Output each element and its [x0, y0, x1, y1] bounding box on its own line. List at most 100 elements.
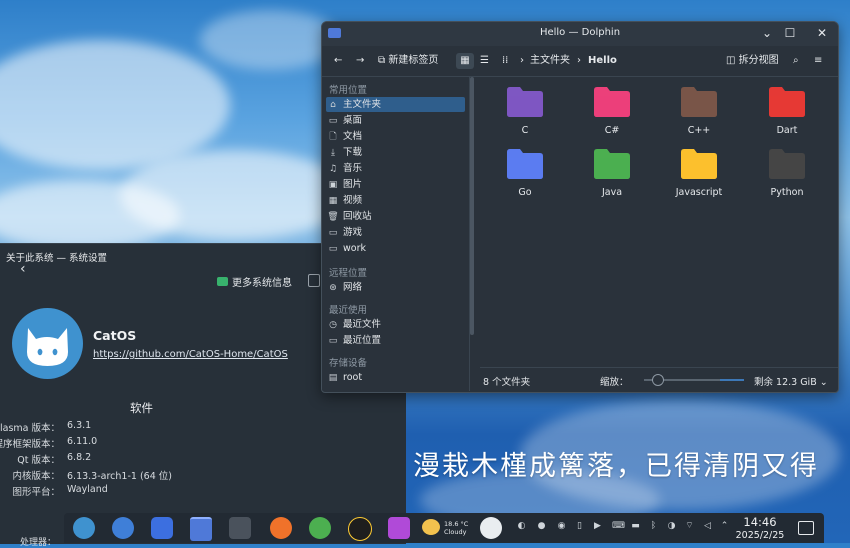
menu-icon[interactable]: ≡ — [814, 53, 822, 69]
sidebar-item-trash[interactable]: 🗑 回收站 — [326, 209, 465, 224]
sidebar-item-videos[interactable]: ▦ 视频 — [326, 193, 465, 208]
sidebar-item-label: 回收站 — [343, 211, 372, 222]
sidebar-item-home[interactable]: ⌂ 主文件夹 — [326, 97, 465, 112]
folder-name: C++ — [687, 125, 711, 136]
clock[interactable]: 14:46 2025/2/25 — [730, 516, 790, 542]
sidebar-section-title: 常用位置 — [329, 85, 368, 96]
minimize-icon[interactable]: ⌄ — [759, 25, 775, 41]
sidebar-item-music[interactable]: ♫ 音乐 — [326, 161, 465, 176]
folder-item[interactable]: C# — [572, 77, 652, 137]
dolphin-app-icon[interactable] — [190, 517, 212, 541]
back-icon[interactable]: ← — [334, 53, 342, 69]
bluetooth-icon[interactable]: ᛒ — [648, 521, 659, 532]
store-app-icon[interactable] — [151, 517, 173, 539]
folder-icon — [769, 87, 805, 117]
compact-view-button[interactable]: ⁞⁞ — [502, 53, 508, 69]
sidebar-item-label: 游戏 — [343, 227, 363, 238]
sidebar-item-games[interactable]: ▭ 游戏 — [326, 225, 465, 240]
update-icon[interactable]: ◐ — [516, 521, 527, 532]
info-key: 内核版本： — [12, 471, 60, 482]
more-info-button[interactable]: 更多系统信息 — [217, 274, 292, 289]
maximize-icon[interactable]: ☐ — [782, 25, 798, 41]
os-url-link[interactable]: https://github.com/CatOS-Home/CatOS — [93, 349, 288, 360]
folder-icon — [594, 87, 630, 117]
info-value: 6.3.1 — [67, 420, 92, 431]
keyboard-icon[interactable]: ⌨ — [612, 521, 625, 532]
info-value: 6.8.2 — [67, 452, 92, 463]
folder-item[interactable]: Dart — [747, 77, 827, 137]
drive-icon: ▤ — [328, 373, 338, 383]
clock-time: 14:46 — [743, 515, 777, 529]
folder-item[interactable]: Javascript — [659, 139, 739, 199]
sidebar-item-label: 网络 — [343, 282, 363, 293]
free-space[interactable]: 剩余 12.3 GiB ⌄ — [754, 374, 828, 388]
info-icon — [217, 277, 228, 286]
forward-icon[interactable]: → — [356, 53, 364, 69]
qq-app-icon[interactable] — [348, 517, 372, 541]
info-row-kernel: 内核版本： 6.13.3-arch1-1 (64 位) — [0, 468, 230, 484]
folder-item[interactable]: Python — [747, 139, 827, 199]
folder-icon — [507, 87, 543, 117]
app-tray-icon[interactable]: ◉ — [556, 521, 567, 532]
firefox-app-icon[interactable] — [270, 517, 292, 539]
folder-item[interactable]: C — [485, 77, 565, 137]
sidebar-item-root[interactable]: ▤ root — [326, 370, 465, 385]
folder-name: Go — [518, 187, 532, 198]
clipboard-icon[interactable]: ▯ — [574, 521, 585, 532]
folder-name: Java — [601, 187, 623, 198]
sidebar-item-recent-files[interactable]: ◷ 最近文件 — [326, 317, 465, 332]
breadcrumb-current[interactable]: Hello — [588, 53, 617, 69]
folder-item[interactable]: C++ — [659, 77, 739, 137]
chrome-app-icon[interactable] — [309, 517, 331, 539]
terminal-app-icon[interactable] — [229, 517, 251, 539]
clock-date: 2025/2/25 — [735, 530, 785, 541]
power-icon[interactable]: ◑ — [666, 521, 677, 532]
volume-icon[interactable]: ◁ — [702, 521, 713, 532]
sidebar-item-label: 最近文件 — [343, 319, 382, 330]
chevron-up-icon[interactable]: ⌃ — [719, 521, 730, 532]
close-icon[interactable]: ✕ — [814, 25, 830, 41]
breadcrumb-home[interactable]: 主文件夹 — [530, 53, 570, 69]
wifi-icon[interactable]: ⌔ — [684, 521, 695, 532]
split-view-button[interactable]: ◫ 拆分视图 — [726, 53, 779, 69]
sidebar-item-documents[interactable]: 🗋 文档 — [326, 129, 465, 144]
file-view: C C# C++ Dart Go Java Javascript Python — [480, 77, 838, 367]
new-tab-button[interactable]: ⧉ 新建标签页 — [378, 53, 438, 69]
sidebar-item-network[interactable]: ⊛ 网络 — [326, 280, 465, 295]
os-name: CatOS — [93, 328, 137, 343]
qq-tray-icon[interactable]: ● — [536, 521, 547, 532]
scrollbar-thumb[interactable] — [470, 77, 474, 335]
weather-widget[interactable]: 18.6 °C Cloudy — [444, 520, 468, 536]
folder-item[interactable]: Java — [572, 139, 652, 199]
media-icon[interactable]: ▶ — [592, 521, 603, 532]
storage-icon[interactable]: ▬ — [630, 521, 641, 532]
sidebar-item-work[interactable]: ▭ work — [326, 241, 465, 256]
toggle-app-icon[interactable] — [112, 517, 134, 539]
toolbar: ← → ⧉ 新建标签页 ▦ ☰ ⁞⁞ › 主文件夹 › Hello ◫ 拆分视图… — [322, 46, 838, 77]
info-value: Wayland — [67, 484, 108, 495]
catos-logo — [12, 308, 83, 379]
weather-icon[interactable] — [422, 519, 440, 535]
trash-icon: 🗑 — [327, 212, 339, 222]
icons-view-button[interactable]: ▦ — [456, 53, 474, 69]
copy-icon[interactable] — [308, 274, 320, 287]
sidebar-item-downloads[interactable]: ⤓ 下载 — [326, 145, 465, 160]
sidebar-item-recent-locations[interactable]: ▭ 最近位置 — [326, 333, 465, 348]
sidebar-item-label: 主文件夹 — [343, 99, 382, 110]
sidebar-item-desktop[interactable]: ▭ 桌面 — [326, 113, 465, 128]
catos-launcher-icon[interactable] — [73, 517, 95, 539]
screenshot-app-icon[interactable] — [388, 517, 410, 539]
search-icon[interactable]: ⌕ — [793, 53, 799, 69]
image-icon: ▣ — [328, 180, 338, 190]
sidebar-item-label: 音乐 — [343, 163, 363, 174]
titlebar: Hello — Dolphin ⌄ ☐ ✕ — [322, 22, 838, 46]
sidebar-scrollbar[interactable] — [470, 77, 475, 337]
assistant-app-icon[interactable] — [480, 517, 502, 539]
zoom-slider-handle[interactable] — [652, 374, 664, 386]
sidebar-item-pictures[interactable]: ▣ 图片 — [326, 177, 465, 192]
folder-item[interactable]: Go — [485, 139, 565, 199]
show-desktop-icon[interactable] — [798, 521, 814, 535]
details-view-button[interactable]: ☰ — [480, 53, 489, 69]
back-icon[interactable]: ‹ — [20, 261, 26, 277]
folder-name: Dart — [776, 125, 798, 136]
